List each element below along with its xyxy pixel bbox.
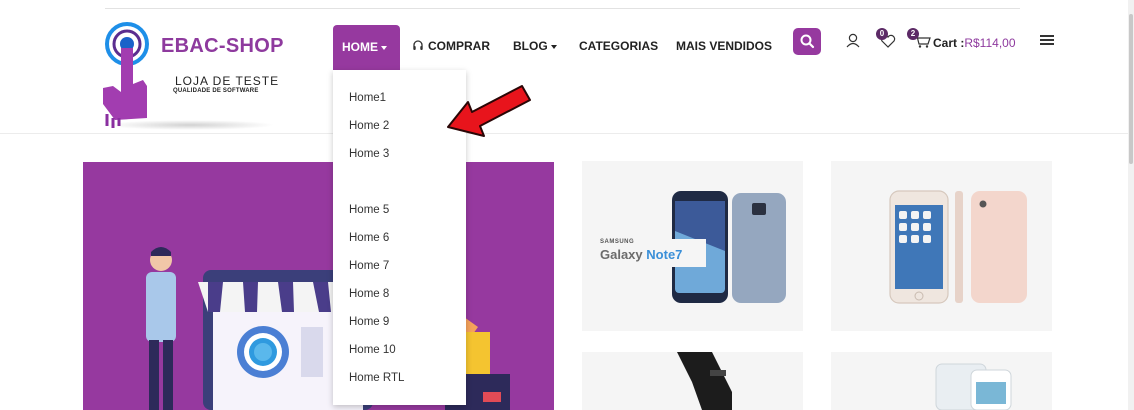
dropdown-item-home9[interactable]: Home 9	[349, 316, 389, 328]
header-divider	[0, 133, 1130, 134]
samsung-brand: SAMSUNG	[600, 239, 635, 245]
dropdown-item-home8[interactable]: Home 8	[349, 288, 389, 300]
brand-name: EBAC-SHOP	[161, 35, 284, 57]
hero-banner[interactable]	[83, 162, 554, 410]
product-card-watch[interactable]	[582, 352, 803, 410]
dropdown-item-home7[interactable]: Home 7	[349, 260, 389, 272]
samsung-model-suffix: Note7	[646, 247, 683, 262]
logo-shadow	[105, 120, 275, 130]
nav-blog[interactable]: BLOG	[513, 39, 557, 53]
site-logo[interactable]: EBAC-SHOP LOJA DE TESTE QUALIDADE DE SOF…	[95, 22, 295, 134]
page-scrollbar[interactable]	[1128, 0, 1134, 410]
dropdown-item-home2[interactable]: Home 2	[349, 120, 389, 132]
logo-hand-icon	[103, 22, 149, 128]
nav-blog-label: BLOG	[513, 39, 548, 53]
dropdown-item-home1[interactable]: Home1	[349, 92, 386, 104]
nav-categorias[interactable]: CATEGORIAS	[579, 39, 658, 53]
nav-home-label: HOME	[342, 40, 378, 54]
search-icon	[800, 34, 815, 49]
smartwatch-image	[677, 352, 732, 410]
cart-total: R$114,00	[964, 36, 1016, 50]
iphone-image	[889, 190, 1027, 304]
chevron-down-icon	[550, 44, 557, 49]
nav-mais-vendidos[interactable]: MAIS VENDIDOS	[676, 39, 772, 53]
dropdown-item-home6[interactable]: Home 6	[349, 232, 389, 244]
top-divider	[105, 8, 1020, 9]
samsung-label: SAMSUNG Galaxy Note7	[600, 239, 706, 267]
dropdown-item-home-rtl[interactable]: Home RTL	[349, 372, 404, 384]
search-button[interactable]	[793, 28, 821, 55]
product-card-iphone[interactable]	[831, 161, 1052, 331]
wishlist-count-badge: 0	[876, 28, 888, 40]
dropdown-item-home3[interactable]: Home 3	[349, 148, 389, 160]
nav-categorias-label: CATEGORIAS	[579, 39, 659, 53]
cart-summary[interactable]: Cart :R$114,00	[933, 36, 1016, 50]
nav-home[interactable]: HOME	[333, 25, 400, 70]
online-shop-illustration	[146, 247, 510, 410]
cart-label: Cart :	[933, 36, 965, 50]
brand-subtagline: QUALIDADE DE SOFTWARE	[173, 88, 259, 94]
menu-icon[interactable]	[1039, 33, 1055, 47]
nav-comprar-label: COMPRAR	[428, 39, 490, 53]
product-card-pixel[interactable]	[831, 352, 1052, 410]
nav-comprar[interactable]: COMPRAR	[412, 39, 490, 53]
product-card-samsung[interactable]: SAMSUNG Galaxy Note7	[582, 161, 803, 331]
headphones-icon	[413, 40, 423, 50]
dropdown-item-home5[interactable]: Home 5	[349, 204, 389, 216]
nav-mais-vendidos-label: MAIS VENDIDOS	[676, 39, 773, 53]
cart-count-badge: 2	[907, 28, 919, 40]
scrollbar-thumb[interactable]	[1129, 14, 1133, 164]
brand-tagline: LOJA DE TESTE	[175, 74, 280, 88]
pixel-phone-image	[935, 363, 1012, 410]
dropdown-item-home10[interactable]: Home 10	[349, 344, 396, 356]
user-icon[interactable]	[845, 32, 861, 49]
chevron-down-icon	[381, 45, 387, 50]
samsung-model: Galaxy	[600, 247, 643, 262]
red-arrow-annotation	[447, 85, 531, 137]
